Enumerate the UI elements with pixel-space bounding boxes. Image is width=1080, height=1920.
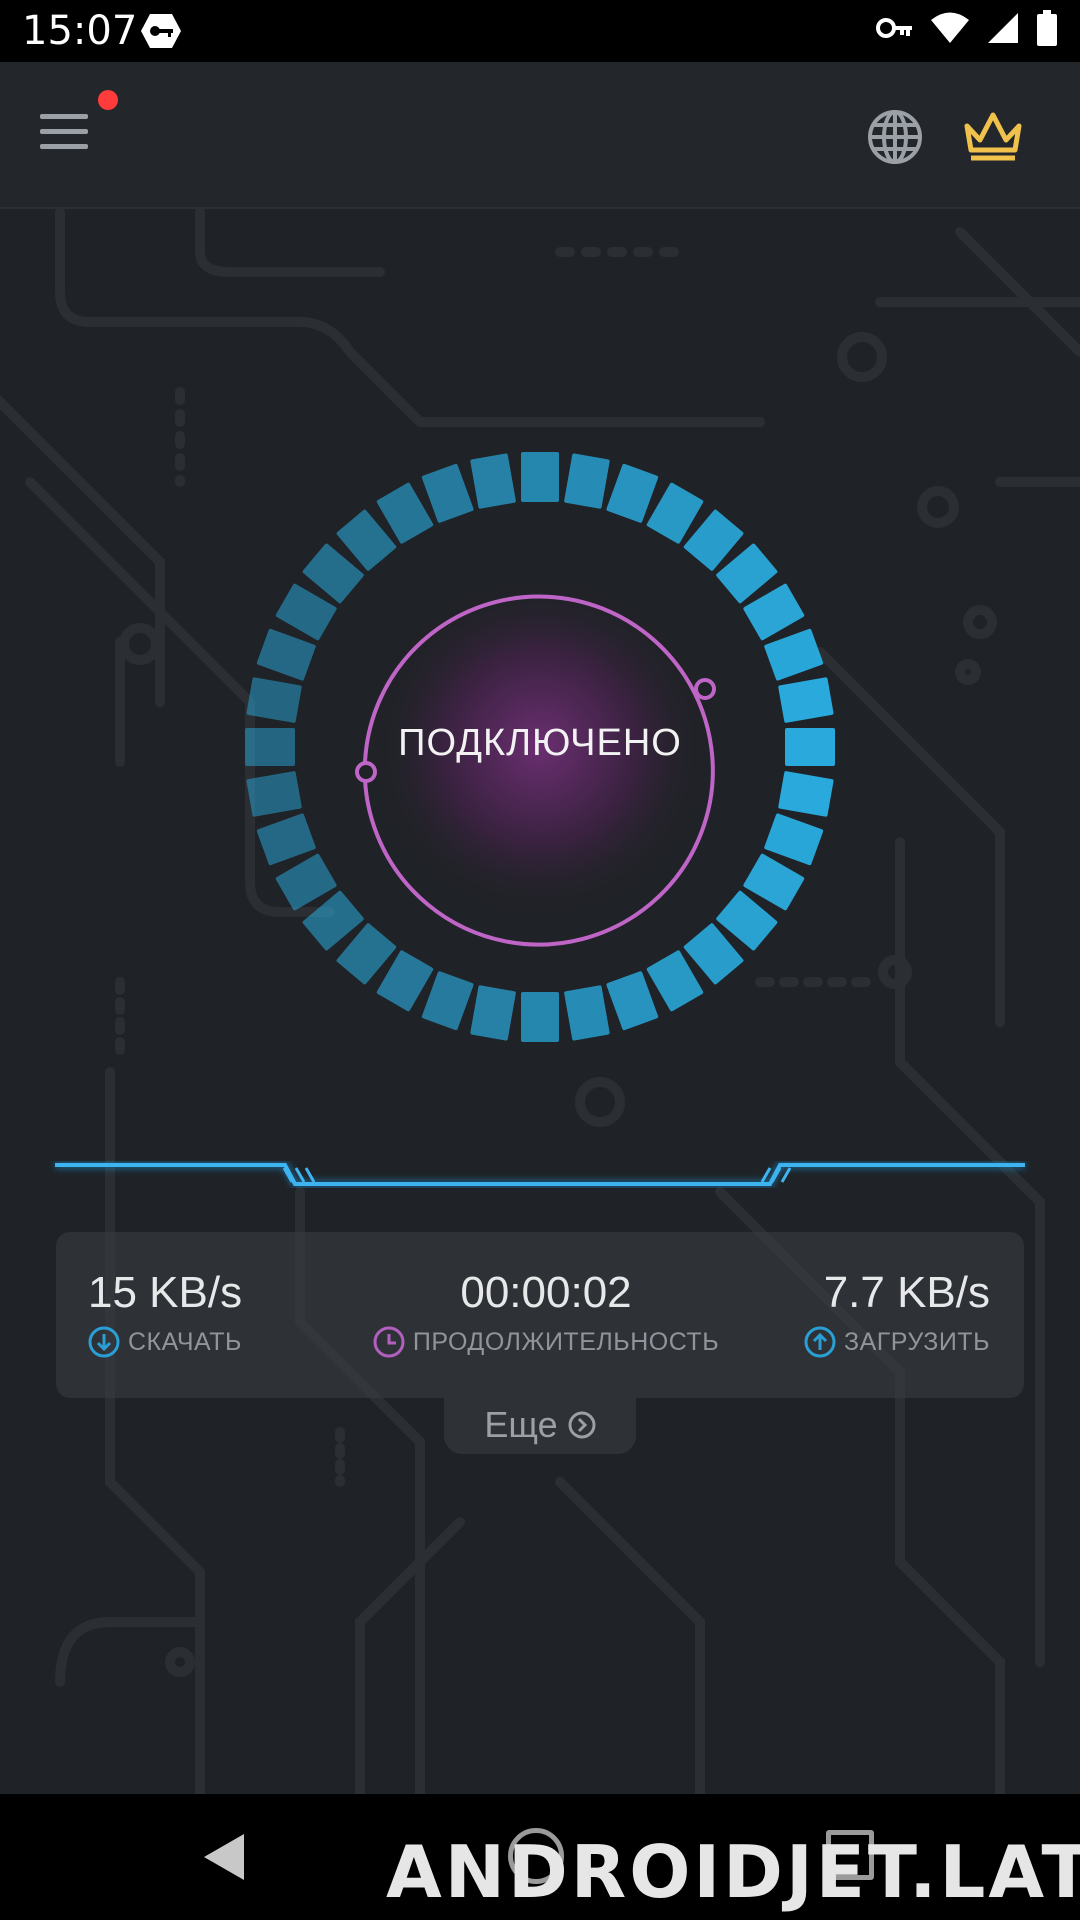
duration-value: 00:00:02 bbox=[460, 1268, 632, 1317]
clock-icon bbox=[373, 1326, 405, 1358]
upload-stat: 7.7 KB/s ЗАГРУЗИТЬ bbox=[804, 1268, 990, 1358]
key-icon bbox=[876, 18, 912, 38]
upload-arrow-icon bbox=[804, 1326, 836, 1358]
top-app-bar bbox=[0, 62, 1080, 209]
chevron-circle-right-icon bbox=[568, 1411, 596, 1439]
status-icons bbox=[876, 10, 1058, 46]
notification-dot bbox=[98, 90, 118, 110]
status-bar: 15:07 bbox=[0, 0, 1080, 62]
vpn-key-badge-icon bbox=[141, 14, 181, 48]
download-arrow-icon bbox=[88, 1326, 120, 1358]
download-value: 15 KB/s bbox=[88, 1268, 243, 1317]
duration-label: ПРОДОЛЖИТЕЛЬНОСТЬ bbox=[412, 1327, 720, 1356]
download-stat: 15 KB/s СКАЧАТЬ bbox=[88, 1268, 242, 1358]
back-icon[interactable] bbox=[198, 1830, 248, 1884]
stats-card: 15 KB/s СКАЧАТЬ 00:00:02 ПРОДОЛЖИТЕЛЬНОС… bbox=[56, 1232, 1024, 1398]
app-screen: ПОДКЛЮЧЕНО 15 KB/s СКАЧАТЬ 00:00:02 ПРОД… bbox=[0, 62, 1080, 1794]
cell-signal-icon bbox=[988, 13, 1018, 43]
download-label: СКАЧАТЬ bbox=[128, 1327, 242, 1356]
more-label: Еще bbox=[484, 1404, 558, 1445]
upload-label: ЗАГРУЗИТЬ bbox=[843, 1327, 990, 1356]
connection-status-label[interactable]: ПОДКЛЮЧЕНО bbox=[340, 722, 740, 765]
battery-icon bbox=[1037, 10, 1057, 46]
wifi-icon bbox=[931, 12, 969, 43]
circuit-background bbox=[0, 207, 1080, 1794]
duration-stat: 00:00:02 ПРОДОЛЖИТЕЛЬНОСТЬ bbox=[366, 1268, 726, 1358]
globe-icon[interactable] bbox=[866, 108, 924, 166]
upload-value: 7.7 KB/s bbox=[823, 1268, 990, 1317]
more-button[interactable]: Еще bbox=[444, 1392, 636, 1458]
status-time: 15:07 bbox=[22, 8, 138, 54]
watermark-text: ANDROIDJET.LAT bbox=[386, 1830, 1080, 1914]
crown-icon[interactable] bbox=[962, 110, 1024, 166]
hamburger-menu-icon[interactable] bbox=[40, 114, 96, 164]
